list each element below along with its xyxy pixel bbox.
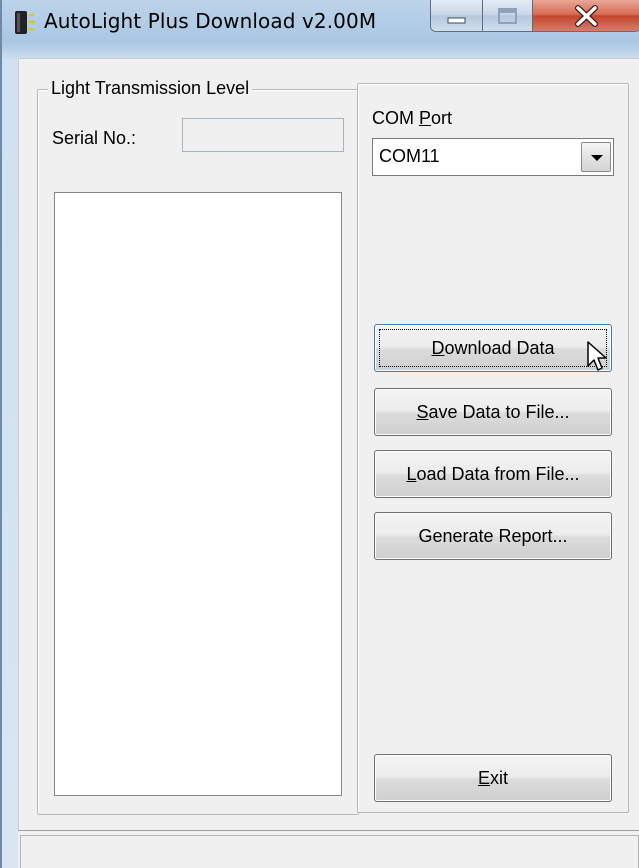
load-data-button[interactable]: Load Data from File... xyxy=(374,450,612,498)
title-bar[interactable]: AutoLight Plus Download v2.00M xyxy=(2,0,639,46)
generate-report-button[interactable]: Generate Report... xyxy=(374,512,612,560)
status-pane xyxy=(20,835,639,868)
exit-label: Exit xyxy=(477,768,508,788)
serial-number-label: Serial No.: xyxy=(52,128,137,148)
com-port-label: COM Port xyxy=(372,108,453,128)
maximize-icon xyxy=(483,8,533,31)
mouse-pointer-icon xyxy=(586,340,608,374)
close-button[interactable] xyxy=(533,0,639,31)
app-window: AutoLight Plus Download v2.00M Light Tra… xyxy=(0,0,639,868)
app-light-icon xyxy=(14,8,36,38)
maximize-button[interactable] xyxy=(483,0,533,31)
save-data-button[interactable]: Save Data to File... xyxy=(374,388,612,436)
group-legend: Light Transmission Level xyxy=(48,78,253,99)
minimize-button[interactable] xyxy=(431,0,483,31)
window-title: AutoLight Plus Download v2.00M xyxy=(44,9,377,33)
window-controls xyxy=(430,0,639,32)
download-data-label: Download Data xyxy=(431,338,555,358)
close-icon xyxy=(533,5,639,31)
light-transmission-group: Light Transmission Level Serial No.: xyxy=(37,78,359,815)
chevron-down-icon[interactable] xyxy=(581,142,611,172)
controls-panel: COM Port COM11 Download Data Save Data t… xyxy=(357,83,629,813)
save-data-label: Save Data to File... xyxy=(416,402,570,422)
generate-report-label: Generate Report... xyxy=(418,526,568,546)
status-bar xyxy=(18,830,639,868)
load-data-label: Load Data from File... xyxy=(406,464,580,484)
transmission-list[interactable] xyxy=(54,192,342,796)
serial-number-field xyxy=(182,118,344,152)
minimize-icon xyxy=(431,16,483,31)
com-port-value: COM11 xyxy=(379,146,440,166)
dialog-client-area: Light Transmission Level Serial No.: COM… xyxy=(18,58,639,868)
download-data-button[interactable]: Download Data xyxy=(374,324,612,372)
com-port-select[interactable]: COM11 xyxy=(372,138,614,176)
exit-button[interactable]: Exit xyxy=(374,754,612,802)
